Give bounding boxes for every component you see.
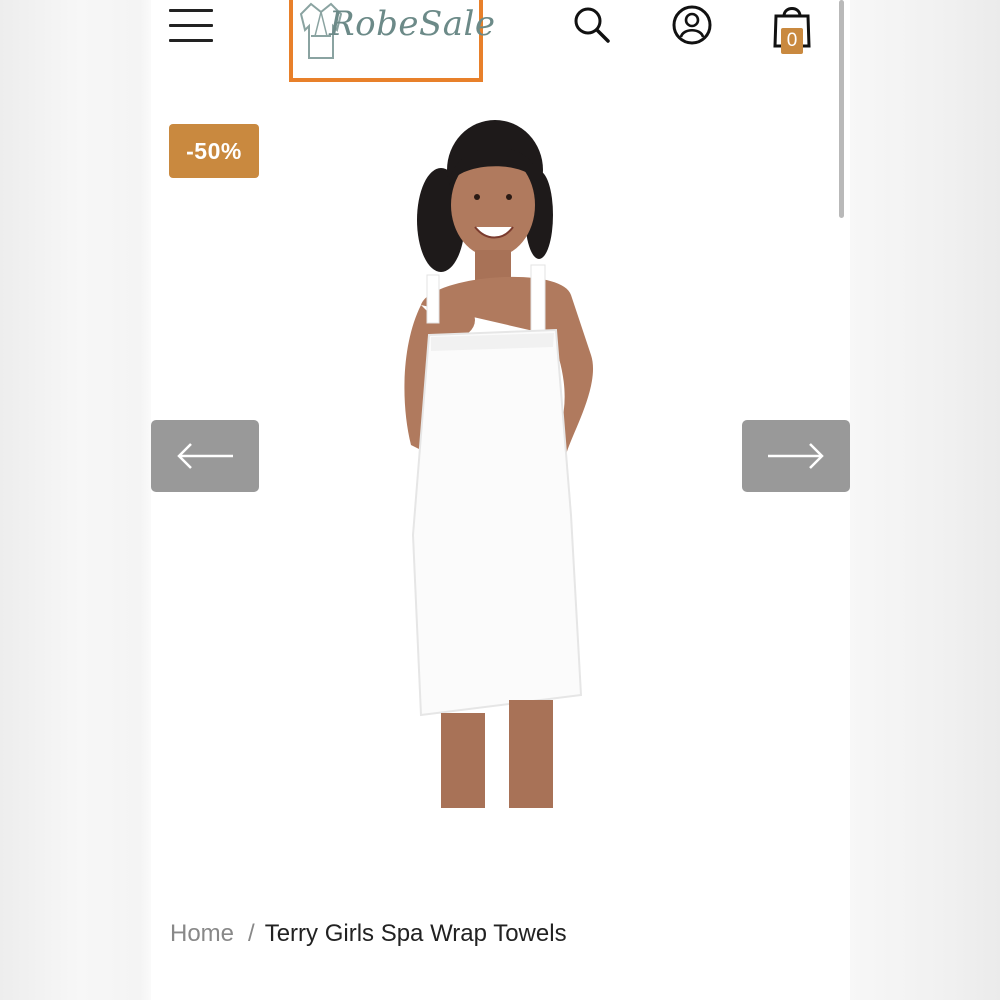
product-image[interactable] <box>391 115 681 815</box>
discount-badge: -50% <box>169 124 259 178</box>
search-icon[interactable] <box>571 4 611 44</box>
cart-count-badge: 0 <box>781 28 803 54</box>
breadcrumb-current: Terry Girls Spa Wrap Towels <box>264 920 567 947</box>
breadcrumb-separator: / <box>248 920 255 947</box>
site-logo[interactable]: RobeSale <box>289 0 495 82</box>
logo-text: RobeSale <box>329 4 496 44</box>
scrollbar[interactable] <box>839 0 844 218</box>
mobile-page: RobeSale 0 -50% Home / Terry Girls Spa W… <box>151 0 850 1000</box>
menu-icon[interactable] <box>169 6 213 42</box>
breadcrumb-home-link[interactable]: Home <box>170 920 234 947</box>
carousel-next-button[interactable] <box>742 420 850 492</box>
arrow-left-icon <box>177 443 233 469</box>
page-backdrop-right <box>850 0 1000 1000</box>
account-icon[interactable] <box>671 4 713 46</box>
breadcrumb: Home / Terry Girls Spa Wrap Towels <box>170 920 567 948</box>
arrow-right-icon <box>768 443 824 469</box>
cart-button[interactable]: 0 <box>771 2 813 58</box>
carousel-prev-button[interactable] <box>151 420 259 492</box>
